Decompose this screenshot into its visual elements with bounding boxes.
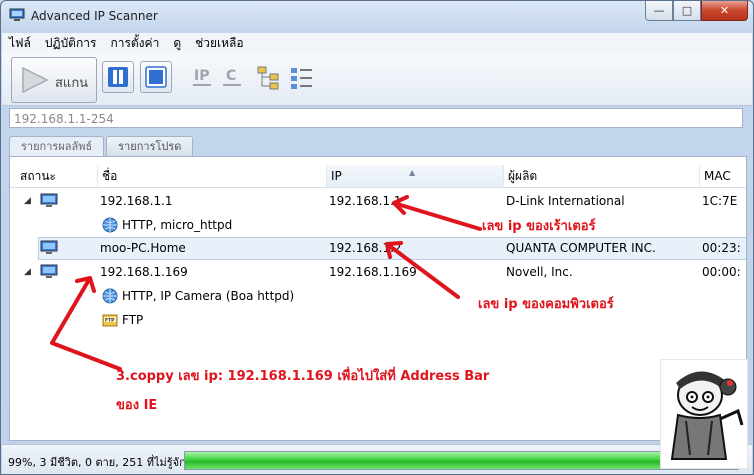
- stop-button[interactable]: [140, 61, 172, 93]
- svg-text:IP: IP: [194, 68, 209, 84]
- menu-help[interactable]: ช่วยเหลือ: [188, 34, 251, 53]
- arrow-computer: [385, 241, 460, 299]
- scan-progress-bar: [184, 451, 739, 470]
- tab-favorites[interactable]: รายการโปรด: [106, 136, 194, 156]
- pause-icon: [108, 67, 128, 87]
- minimize-icon: —: [653, 4, 665, 17]
- results-panel: สถานะ ชื่อ IP ▲ ผู้ผลิต MAC ◢ 192.168.1.…: [9, 156, 747, 441]
- window-title: Advanced IP Scanner: [31, 9, 158, 23]
- annotation-copy-line2: ของ IE: [116, 398, 158, 413]
- pause-button[interactable]: [102, 61, 134, 93]
- annotation-router: เลข ip ของเร้าเตอร์: [482, 219, 596, 234]
- menu-bar: ไฟล์ ปฏิบัติการ การตั้งค่า ดู ช่วยเหลือ: [2, 33, 752, 53]
- minimize-button[interactable]: —: [645, 1, 673, 21]
- menu-file[interactable]: ไฟล์: [2, 34, 38, 53]
- arrow-copy: [50, 276, 122, 371]
- maximize-button[interactable]: □: [673, 1, 701, 21]
- network-tree-icon[interactable]: [257, 65, 281, 91]
- close-icon: ✕: [719, 4, 730, 17]
- scan-button[interactable]: สแกน: [11, 57, 97, 103]
- status-text: 99%, 3 มีชีวิต, 0 ตาย, 251 ที่ไม่รู้จัก: [8, 456, 186, 469]
- play-icon: [22, 67, 49, 93]
- scan-label: สแกน: [55, 76, 89, 91]
- ip-icon[interactable]: IP: [192, 65, 212, 91]
- annotation-copy-line1: 3.coppy เลข ip: 192.168.1.169 เพื่อไปใส่…: [116, 369, 490, 384]
- toolbar: สแกน IP C: [2, 53, 752, 106]
- menu-actions[interactable]: ปฏิบัติการ: [38, 34, 104, 53]
- results-tabs: รายการผลลัพธ์ รายการโปรด: [9, 136, 195, 157]
- menu-view[interactable]: ดู: [166, 34, 188, 53]
- cartoon-mascot-image: [660, 359, 748, 469]
- list-view-icon[interactable]: [290, 65, 314, 91]
- annotation-computer: เลข ip ของคอมพิวเตอร์: [478, 297, 614, 312]
- app-icon: [9, 8, 25, 21]
- tab-results[interactable]: รายการผลลัพธ์: [9, 136, 105, 157]
- svg-text:C: C: [226, 68, 236, 84]
- c-class-icon[interactable]: C: [222, 65, 242, 91]
- maximize-icon: □: [681, 4, 693, 17]
- stop-icon: [145, 66, 167, 88]
- title-bar[interactable]: Advanced IP Scanner — □ ✕: [1, 1, 753, 31]
- menu-settings[interactable]: การตั้งค่า: [103, 34, 166, 53]
- app-window: Advanced IP Scanner — □ ✕ ไฟล์ ปฏิบัติกา…: [0, 0, 754, 475]
- ip-range-input[interactable]: 192.168.1.1-254: [9, 108, 743, 128]
- close-button[interactable]: ✕: [701, 1, 748, 21]
- arrow-router: [392, 195, 482, 231]
- scan-progress-fill: [185, 452, 733, 469]
- status-bar: 99%, 3 มีชีวิต, 0 ตาย, 251 ที่ไม่รู้จัก: [2, 444, 752, 474]
